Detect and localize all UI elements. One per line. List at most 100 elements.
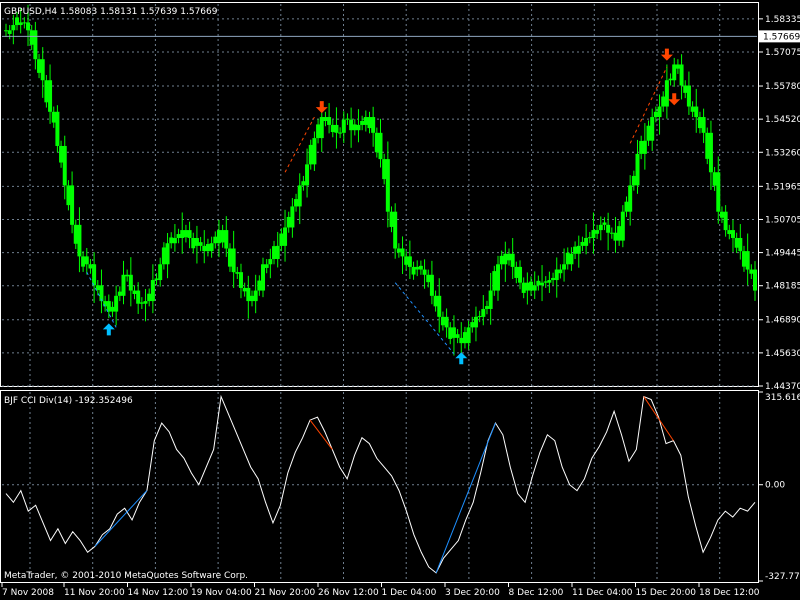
candle-body: [7, 30, 12, 34]
candle-body: [573, 246, 578, 254]
y-tick-label: 1.50705: [765, 215, 800, 225]
candle-body: [261, 264, 266, 291]
candle-body: [488, 290, 493, 309]
candle-body: [51, 111, 56, 123]
candle-body: [18, 22, 23, 26]
candle-body: [213, 236, 218, 244]
candle-body: [360, 120, 365, 125]
candle-body: [617, 226, 622, 241]
candle-body: [128, 274, 133, 291]
candle-body: [727, 230, 732, 235]
candle-body: [194, 237, 199, 246]
candle-body: [327, 117, 332, 125]
candle-body: [730, 230, 735, 238]
y-tick-label: -327.775: [765, 572, 800, 582]
candle-body: [459, 337, 464, 344]
x-tick-label: 7 Nov 2008: [2, 588, 54, 598]
candle-body: [180, 230, 185, 238]
candle-body: [161, 247, 166, 265]
candle-body: [477, 316, 482, 318]
candle-body: [294, 199, 299, 207]
candle-body: [305, 164, 310, 186]
candle-body: [268, 259, 273, 265]
candle-body: [172, 237, 177, 244]
candle-body: [389, 211, 394, 227]
candle-body: [580, 241, 585, 246]
candle-body: [745, 251, 750, 270]
x-tick-label: 21 Nov 20:00: [255, 588, 316, 598]
y-tick-label: 1.46890: [765, 316, 800, 326]
candle-body: [440, 316, 445, 326]
candle-body: [473, 316, 478, 328]
candle-body: [84, 256, 89, 265]
candle-body: [11, 25, 16, 31]
candle-body: [606, 224, 611, 233]
candle-body: [712, 172, 717, 186]
candle-body: [510, 253, 515, 267]
candle-body: [668, 78, 673, 81]
candle-body: [385, 159, 390, 212]
candle-body: [620, 211, 625, 241]
candle-body: [404, 256, 409, 265]
candle-body: [363, 117, 368, 125]
candle-body: [238, 272, 243, 288]
candle-body: [323, 117, 328, 121]
x-tick-label: 1 Dec 04:00: [382, 588, 437, 598]
candle-body: [264, 264, 269, 268]
candle-body: [429, 274, 434, 296]
candle-body: [437, 295, 442, 317]
candle-body: [422, 269, 427, 275]
y-tick-label: 1.49445: [765, 249, 800, 259]
candle-body: [139, 302, 144, 304]
candle-body: [272, 246, 277, 260]
candle-body: [481, 308, 486, 317]
candle-body: [646, 125, 651, 141]
candle-body: [591, 230, 596, 238]
candle-body: [308, 144, 313, 165]
candle-body: [382, 159, 387, 180]
candle-body: [444, 316, 449, 328]
candle-body: [719, 211, 724, 218]
candle-body: [738, 237, 743, 252]
candle-body: [62, 145, 67, 186]
candle-body: [587, 237, 592, 239]
y-tick-label: 315.6164: [765, 393, 800, 403]
candle-body: [227, 248, 232, 267]
candle-body: [675, 64, 680, 69]
candle-body: [749, 269, 754, 274]
candle-body: [136, 290, 141, 304]
candle-body: [22, 22, 27, 24]
candle-body: [565, 252, 570, 265]
candle-body: [198, 242, 203, 246]
candle-body: [176, 234, 181, 238]
candle-body: [349, 119, 354, 131]
candle-body: [275, 245, 280, 260]
candle-body: [81, 256, 86, 267]
candle-body: [235, 272, 240, 274]
candle-body: [286, 216, 291, 228]
y-tick-label: 1.45630: [765, 349, 800, 359]
candle-body: [639, 140, 644, 154]
candle-body: [283, 227, 288, 246]
candle-body: [125, 274, 130, 277]
candle-body: [554, 269, 559, 281]
candle-body: [117, 291, 122, 296]
candle-body: [246, 287, 251, 302]
candle-body: [110, 306, 115, 312]
candle-body: [540, 282, 545, 286]
candle-body: [183, 230, 188, 238]
candle-body: [558, 269, 563, 274]
candle-body: [92, 264, 97, 286]
current-price-label: 1.57669: [763, 32, 800, 42]
candle-body: [393, 211, 398, 249]
candle-body: [635, 153, 640, 186]
candle-body: [753, 269, 757, 291]
candle-body: [521, 282, 526, 293]
candle-body: [158, 264, 163, 281]
candle-body: [653, 111, 658, 118]
y-tick-label: 1.44370: [765, 382, 800, 392]
candle-body: [33, 30, 38, 60]
candle-body: [683, 85, 688, 93]
candle-body: [114, 295, 119, 312]
candle-body: [297, 185, 302, 207]
